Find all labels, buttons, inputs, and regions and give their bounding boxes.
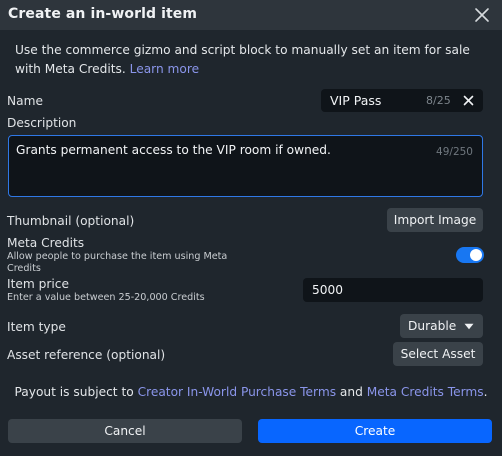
payout-prefix: Payout is subject to (14, 385, 138, 399)
meta-credits-toggle[interactable] (456, 247, 484, 263)
description-char-count: 49/250 (436, 146, 473, 158)
dialog-title: Create an in-world item (8, 6, 198, 22)
item-type-label: Item type (7, 320, 66, 334)
asset-reference-label: Asset reference (optional) (7, 348, 166, 362)
name-input-value: VIP Pass (330, 93, 382, 108)
thumbnail-label: Thumbnail (optional) (7, 214, 135, 228)
description-textarea[interactable]: Grants permanent access to the VIP room … (8, 135, 483, 197)
item-price-help: Enter a value between 25-20,000 Credits (7, 292, 205, 303)
caret-down-icon (464, 323, 474, 330)
item-price-value: 5000 (312, 283, 344, 297)
description-value: Grants permanent access to the VIP room … (16, 143, 331, 157)
item-price-input[interactable]: 5000 (303, 278, 483, 302)
create-button[interactable]: Create (258, 419, 492, 443)
payout-suffix: . (483, 385, 488, 399)
import-image-button[interactable]: Import Image (387, 208, 483, 232)
cancel-button[interactable]: Cancel (8, 419, 242, 443)
dialog-titlebar: Create an in-world item (0, 0, 502, 30)
name-input[interactable]: VIP Pass 8/25 (321, 89, 483, 112)
intro-description: Use the commerce gizmo and script block … (15, 43, 470, 76)
creator-purchase-terms-link[interactable]: Creator In-World Purchase Terms (138, 385, 336, 399)
payout-terms: Payout is subject to Creator In-World Pu… (0, 385, 502, 399)
meta-credits-label: Meta Credits (7, 236, 85, 250)
create-item-dialog: Create an in-world item Use the commerce… (0, 0, 502, 456)
payout-middle: and (336, 385, 367, 399)
item-price-label: Item price (7, 277, 69, 291)
toggle-knob (470, 249, 482, 261)
name-label: Name (7, 94, 43, 108)
close-icon[interactable] (472, 5, 492, 25)
intro-text: Use the commerce gizmo and script block … (15, 41, 490, 79)
name-char-count: 8/25 (426, 94, 451, 107)
learn-more-link[interactable]: Learn more (130, 62, 200, 76)
meta-credits-help: Allow people to purchase the item using … (7, 251, 228, 274)
item-type-selected: Durable (408, 319, 457, 333)
meta-credits-terms-link[interactable]: Meta Credits Terms (367, 385, 484, 399)
clear-icon[interactable] (461, 93, 476, 108)
select-asset-button[interactable]: Select Asset (393, 342, 483, 366)
item-type-select[interactable]: Durable (400, 314, 483, 338)
description-label: Description (7, 116, 77, 130)
